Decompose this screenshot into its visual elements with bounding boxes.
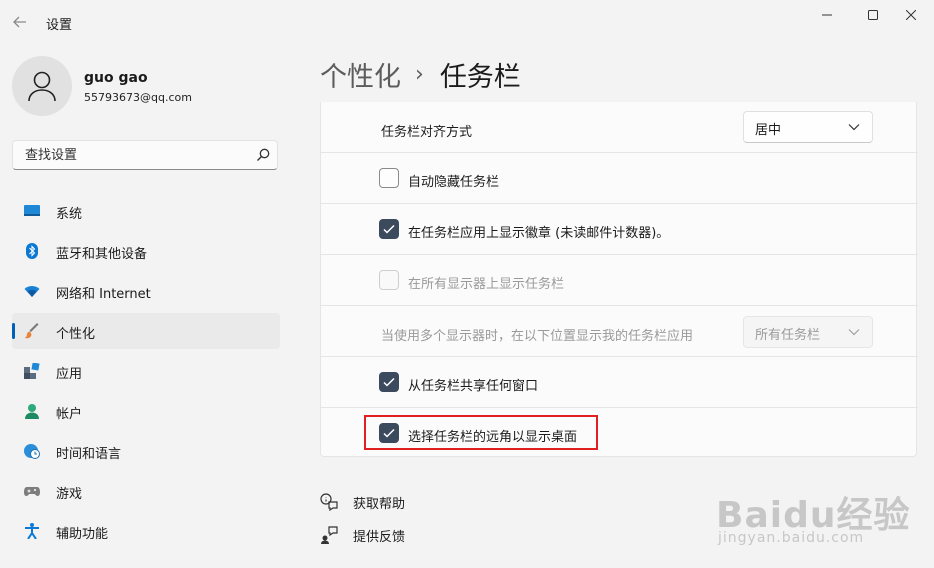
multi-display-value: 所有任务栏 (755, 328, 821, 343)
sidebar-item-network[interactable]: 网络和 Internet (12, 273, 280, 309)
sidebar-item-bluetooth[interactable]: 蓝牙和其他设备 (12, 233, 280, 269)
checkmark-icon (383, 224, 395, 234)
alignment-dropdown[interactable]: 居中 (743, 111, 873, 143)
title-bar: 设置 (0, 0, 934, 44)
back-button[interactable] (6, 10, 34, 34)
breadcrumb-separator: › (415, 61, 424, 87)
multi-display-dropdown[interactable]: 所有任务栏 (743, 316, 873, 348)
sidebar-item-time-language[interactable]: 时间和语言 (12, 433, 280, 469)
globe-clock-icon (24, 444, 40, 459)
feedback-link[interactable]: 提供反馈 (320, 525, 405, 545)
breadcrumb-parent[interactable]: 个性化 (320, 55, 401, 94)
setting-row-share-window: 从任务栏共享任何窗口 (321, 357, 918, 408)
close-button[interactable] (888, 0, 934, 30)
sidebar-item-accounts[interactable]: 帐户 (12, 393, 280, 429)
watermark-url: jingyan.baidu.com (718, 530, 865, 546)
feedback-label: 提供反馈 (353, 529, 406, 545)
sidebar-item-gaming[interactable]: 游戏 (12, 473, 280, 509)
sidebar-item-label: 个性化 (56, 327, 96, 342)
back-arrow-icon (13, 16, 26, 28)
all-displays-checkbox[interactable] (379, 270, 399, 290)
multi-display-label: 当使用多个显示器时，在以下位置显示我的任务栏应用 (381, 329, 694, 344)
feedback-icon (321, 526, 338, 544)
user-icon (28, 71, 56, 102)
get-help-link[interactable]: 获取帮助 (320, 492, 405, 512)
wifi-icon (24, 286, 40, 297)
page-title: 任务栏 (439, 61, 521, 93)
taskbar-behaviors-card: 任务栏对齐方式 居中 自动隐藏任务栏 在任务栏应用上显示徽章 (未读邮件计数器)… (320, 102, 918, 457)
search-box[interactable] (12, 140, 278, 170)
avatar[interactable] (12, 56, 72, 116)
chevron-down-icon (848, 124, 860, 131)
sidebar-item-system[interactable]: 系统 (12, 193, 280, 229)
search-icon[interactable] (255, 147, 271, 163)
minimize-button[interactable] (804, 0, 850, 30)
alignment-value: 居中 (755, 123, 782, 138)
accessibility-icon (25, 523, 39, 539)
all-displays-label: 在所有显示器上显示任务栏 (408, 277, 565, 292)
sidebar-item-label: 蓝牙和其他设备 (56, 247, 148, 262)
auto-hide-checkbox[interactable] (379, 168, 399, 188)
close-icon (906, 10, 916, 20)
share-window-label: 从任务栏共享任何窗口 (408, 379, 539, 394)
sidebar-item-label: 系统 (56, 207, 83, 222)
active-indicator (12, 323, 15, 339)
gamepad-icon (24, 487, 40, 496)
sidebar-item-label: 游戏 (56, 487, 83, 502)
search-input[interactable] (23, 147, 247, 164)
auto-hide-label: 自动隐藏任务栏 (408, 175, 500, 190)
setting-row-all-displays: 在所有显示器上显示任务栏 (321, 255, 918, 306)
sidebar-item-label: 辅助功能 (56, 527, 109, 542)
baidu-watermark: Baidu经验 jingyan.baidu.com (716, 486, 916, 556)
sidebar-item-accessibility[interactable]: 辅助功能 (12, 513, 280, 549)
brush-icon (24, 323, 39, 339)
setting-row-badges: 在任务栏应用上显示徽章 (未读邮件计数器)。 (321, 204, 918, 255)
share-window-checkbox[interactable] (379, 372, 399, 392)
breadcrumb: 个性化 › 任务栏 (320, 54, 521, 94)
sidebar-item-personalization[interactable]: 个性化 (12, 313, 280, 349)
setting-row-auto-hide: 自动隐藏任务栏 (321, 153, 918, 204)
sidebar-item-label: 网络和 Internet (56, 287, 151, 302)
user-email: 55793673@qq.com (84, 91, 192, 104)
badges-checkbox[interactable] (379, 219, 399, 239)
setting-row-multi-display: 当使用多个显示器时，在以下位置显示我的任务栏应用 所有任务栏 (321, 306, 918, 357)
maximize-icon (868, 10, 878, 20)
apps-icon (24, 363, 40, 379)
account-icon (25, 404, 39, 419)
sidebar-item-apps[interactable]: 应用 (12, 353, 280, 389)
bluetooth-icon (26, 243, 38, 259)
badges-label: 在任务栏应用上显示徽章 (未读邮件计数器)。 (408, 226, 670, 241)
app-title: 设置 (46, 18, 73, 33)
sidebar-item-label: 帐户 (56, 407, 83, 422)
system-icon (24, 205, 40, 216)
highlight-annotation (364, 415, 598, 450)
sidebar-item-label: 时间和语言 (56, 447, 122, 462)
checkmark-icon (383, 377, 395, 387)
user-name: guo gao (84, 70, 148, 86)
alignment-label: 任务栏对齐方式 (381, 125, 473, 140)
get-help-label: 获取帮助 (353, 496, 406, 512)
minimize-icon (822, 14, 832, 16)
chevron-down-icon (848, 329, 860, 336)
sidebar-nav: 系统 蓝牙和其他设备 网络和 Internet 个性化 应用 帐户 时间和语言 … (12, 193, 280, 553)
sidebar-item-label: 应用 (56, 367, 83, 382)
setting-row-alignment: 任务栏对齐方式 居中 (321, 102, 918, 153)
help-chat-icon (320, 493, 338, 511)
